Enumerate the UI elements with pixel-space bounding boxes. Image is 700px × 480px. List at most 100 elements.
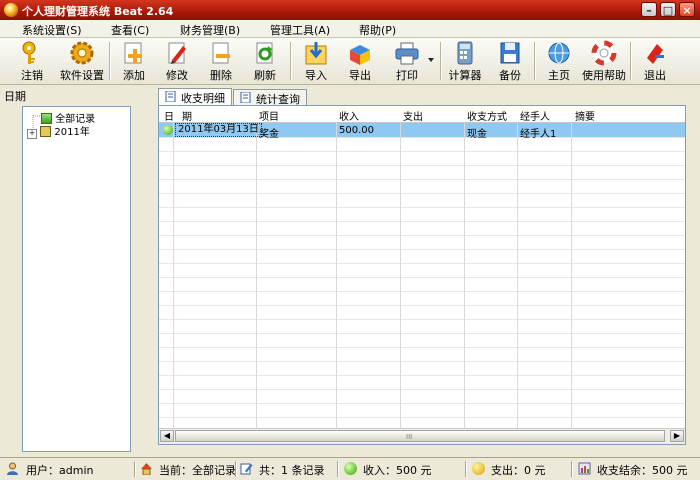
close-button[interactable]: × <box>679 2 695 17</box>
lifebuoy-icon <box>591 40 617 66</box>
column-header[interactable]: 摘要 <box>575 108 595 123</box>
exit-icon <box>647 44 664 64</box>
expand-icon[interactable]: + <box>27 129 37 139</box>
app-icon <box>4 3 18 17</box>
menu-finance[interactable]: 财务管理(B) <box>180 22 240 38</box>
status-user: 用户：admin <box>26 464 94 477</box>
exit-button[interactable]: 退出 <box>631 40 679 82</box>
table-row-divider <box>159 375 685 376</box>
table-row-divider <box>159 347 685 348</box>
table-row-divider <box>159 305 685 306</box>
toolbar: 注销 软件设置 添加 修改 删除 刷新 导入 导出 打印 计算器 备份 主页 使… <box>0 38 700 85</box>
globe-icon <box>548 42 570 64</box>
cell-income[interactable]: 500.00 <box>339 125 374 136</box>
logout-button[interactable]: 注销 <box>8 40 56 82</box>
refresh-icon <box>256 42 273 64</box>
table-row-divider <box>159 193 685 194</box>
table-row-divider <box>159 235 685 236</box>
user-icon <box>7 462 18 475</box>
export-button[interactable]: 导出 <box>336 40 384 82</box>
print-button[interactable]: 打印 <box>383 40 431 82</box>
table-row-divider <box>159 277 685 278</box>
plus-icon <box>124 42 142 64</box>
tab-income-expense-details[interactable]: 收支明细 <box>158 88 232 106</box>
balance-icon <box>578 462 591 475</box>
tree-header: 日期 <box>4 90 26 103</box>
menu-tools[interactable]: 管理工具(A) <box>270 22 330 38</box>
table-row-divider <box>159 207 685 208</box>
document-icon <box>165 91 176 102</box>
tree-item-all[interactable]: 全部记录 <box>41 110 95 125</box>
title-bar[interactable]: 个人理财管理系统 Beat 2.64 – □ × <box>0 0 700 20</box>
printer-icon <box>395 42 419 65</box>
window-title: 个人理财管理系统 Beat 2.64 <box>22 5 174 18</box>
cell-date[interactable]: 2011年03月13日 <box>175 123 262 137</box>
app-window: 个人理财管理系统 Beat 2.64 – □ × 系统设置(S) 查看(C) 财… <box>0 0 700 480</box>
column-header[interactable]: 支出 <box>403 108 423 123</box>
column-header[interactable]: 日 <box>164 108 174 123</box>
help-button[interactable]: 使用帮助 <box>580 40 628 82</box>
date-tree[interactable]: 全部记录 + 2011年 <box>22 106 131 452</box>
table-row-divider <box>159 179 685 180</box>
scroll-left-button[interactable]: ◀ <box>160 430 174 442</box>
table-row-divider <box>159 151 685 152</box>
column-header[interactable]: 收支方式 <box>467 108 507 123</box>
table-row-divider <box>159 137 685 138</box>
table-row-divider <box>159 403 685 404</box>
status-dot-icon <box>163 125 173 135</box>
status-balance: 收支结余：500 元 <box>597 464 688 477</box>
add-button[interactable]: 添加 <box>110 40 158 82</box>
backup-button[interactable]: 备份 <box>486 40 534 82</box>
records-table[interactable]: 日 期 项目 收入 支出 收支方式 经手人 摘要 2011年03月13日 奖金 … <box>158 105 686 445</box>
edit-icon <box>240 463 253 475</box>
table-row-divider <box>159 389 685 390</box>
calendar-icon <box>40 126 52 137</box>
table-row-divider <box>159 221 685 222</box>
menu-view[interactable]: 查看(C) <box>111 22 149 38</box>
cell-handler[interactable]: 经手人1 <box>520 125 556 140</box>
floppy-icon <box>500 42 520 64</box>
refresh-button[interactable]: 刷新 <box>241 40 289 82</box>
pencil-icon <box>168 42 186 64</box>
table-row-divider <box>159 319 685 320</box>
status-expense: 支出：0 元 <box>491 464 546 477</box>
calculator-button[interactable]: 计算器 <box>441 40 489 82</box>
import-button[interactable]: 导入 <box>292 40 340 82</box>
tab-statistics-query[interactable]: 统计查询 <box>233 89 307 106</box>
column-header[interactable]: 期 <box>182 108 192 123</box>
table-row-divider <box>159 165 685 166</box>
document-icon <box>240 92 251 103</box>
status-count: 共：1 条记录 <box>259 464 325 477</box>
minimize-button[interactable]: – <box>641 2 657 17</box>
tree-item-2011[interactable]: + 2011年 <box>27 123 90 139</box>
column-header[interactable]: 收入 <box>339 108 359 123</box>
menu-help[interactable]: 帮助(P) <box>359 22 396 38</box>
column-header[interactable]: 项目 <box>259 108 279 123</box>
software-settings-button[interactable]: 软件设置 <box>58 40 106 82</box>
menu-system-settings[interactable]: 系统设置(S) <box>22 22 82 38</box>
expense-icon <box>472 462 485 475</box>
status-current: 当前：全部记录 <box>159 464 236 477</box>
edit-button[interactable]: 修改 <box>153 40 201 82</box>
status-income: 收入：500 元 <box>363 464 432 477</box>
import-icon <box>305 42 327 65</box>
table-row-divider <box>159 291 685 292</box>
table-row-divider <box>159 361 685 362</box>
horizontal-scrollbar[interactable]: ◀ III ▶ <box>159 428 685 444</box>
status-bar: 用户：admin 当前：全部记录 共：1 条记录 收入：500 元 支出：0 元… <box>0 457 700 480</box>
key-icon <box>22 41 36 64</box>
menu-bar: 系统设置(S) 查看(C) 财务管理(B) 管理工具(A) 帮助(P) <box>0 20 700 38</box>
delete-button[interactable]: 删除 <box>197 40 245 82</box>
scroll-thumb[interactable]: III <box>175 430 665 442</box>
cell-method[interactable]: 现金 <box>467 125 487 140</box>
table-row-divider <box>159 333 685 334</box>
scroll-right-button[interactable]: ▶ <box>670 430 684 442</box>
export-icon <box>350 45 370 65</box>
table-header: 日 期 项目 收入 支出 收支方式 经手人 摘要 <box>159 106 685 123</box>
table-row-divider <box>159 263 685 264</box>
homepage-button[interactable]: 主页 <box>535 40 583 82</box>
cell-item[interactable]: 奖金 <box>259 125 279 140</box>
maximize-button[interactable]: □ <box>660 2 676 17</box>
print-dropdown-arrow[interactable] <box>428 58 434 62</box>
column-header[interactable]: 经手人 <box>520 108 550 123</box>
